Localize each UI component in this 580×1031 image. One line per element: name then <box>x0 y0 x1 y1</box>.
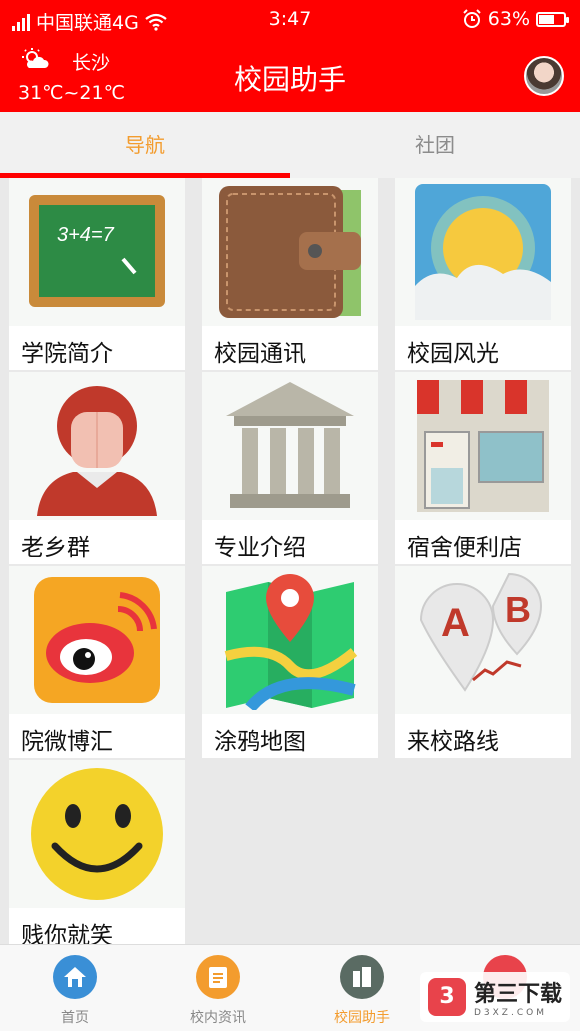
feature-grid: 3+4=7 学院简介 校园通讯 校园风光 老乡群 专业介绍 宿舍便利店 院微博汇… <box>0 178 580 952</box>
grid-item-college-intro[interactable]: 3+4=7 学院简介 <box>9 178 185 370</box>
nav-label: 校内资讯 <box>190 1010 246 1026</box>
watermark: 3 第三下载 D3XZ.COM <box>419 972 570 1022</box>
grid-item-graffiti-map[interactable]: 涂鸦地图 <box>202 566 378 758</box>
status-bar: 中国联通4G 3:47 63% <box>0 0 580 40</box>
grid-item-label: 学院简介 <box>21 341 113 367</box>
grid-item-weibo[interactable]: 院微博汇 <box>9 566 185 758</box>
grid-item-label: 宿舍便利店 <box>407 535 522 561</box>
grid-item-dorm-store[interactable]: 宿舍便利店 <box>395 372 571 564</box>
building-columns-icon <box>226 382 354 508</box>
app-header: 长沙 31℃~21℃ 校园助手 <box>0 40 580 112</box>
storefront-icon <box>417 380 549 512</box>
grid-item-label: 校园风光 <box>407 341 499 367</box>
svg-text:B: B <box>505 589 531 630</box>
route-ab-icon: B A <box>419 572 543 692</box>
person-icon <box>37 386 157 516</box>
battery-percent: 63% <box>487 8 530 30</box>
smiley-icon <box>31 768 163 900</box>
svg-text:3+4=7: 3+4=7 <box>57 224 115 246</box>
buildings-icon <box>340 955 384 999</box>
grid-item-label: 专业介绍 <box>214 535 306 561</box>
grid-item-major-intro[interactable]: 专业介绍 <box>202 372 378 564</box>
nav-campus-news[interactable]: 校内资讯 <box>158 955 278 1027</box>
grid-item-label: 院微博汇 <box>21 729 113 755</box>
home-icon <box>53 955 97 999</box>
chalkboard-icon: 3+4=7 <box>29 195 165 307</box>
wallet-icon <box>219 186 361 318</box>
svg-text:A: A <box>441 601 470 645</box>
nav-home[interactable]: 首页 <box>15 955 135 1027</box>
alarm-icon <box>463 9 481 28</box>
watermark-text-group: 第三下载 D3XZ.COM <box>474 976 562 1018</box>
grid-item-label: 老乡群 <box>21 535 90 561</box>
nav-campus-assistant[interactable]: 校园助手 <box>302 955 422 1027</box>
tab-clubs[interactable]: 社团 <box>290 112 580 178</box>
status-right: 63% <box>462 8 569 30</box>
grid-item-hometown-group[interactable]: 老乡群 <box>9 372 185 564</box>
watermark-text: 第三下载 <box>473 982 562 1007</box>
sun-landscape-icon <box>415 184 551 320</box>
grid-item-route[interactable]: B A 来校路线 <box>395 566 571 758</box>
tab-bar: 导航 社团 <box>0 112 580 178</box>
grid-item-campus-scenery[interactable]: 校园风光 <box>395 178 571 370</box>
battery-icon <box>536 11 569 27</box>
grid-item-label: 涂鸦地图 <box>214 729 306 755</box>
nav-label: 校园助手 <box>334 1010 390 1026</box>
grid-item-smile[interactable]: 贱你就笑 <box>9 760 185 952</box>
page-title: 校园助手 <box>233 63 346 96</box>
avatar[interactable] <box>524 56 564 96</box>
watermark-logo: 3 <box>427 978 466 1016</box>
grid-item-campus-contacts[interactable]: 校园通讯 <box>202 178 378 370</box>
watermark-sub: D3XZ.COM <box>473 1008 547 1018</box>
nav-label: 首页 <box>61 1010 89 1026</box>
weibo-icon <box>34 577 160 703</box>
map-pin-icon <box>224 574 358 710</box>
grid-item-label: 校园通讯 <box>214 341 306 367</box>
tab-navigation[interactable]: 导航 <box>0 112 290 178</box>
notepad-icon <box>196 955 240 999</box>
grid-item-label: 来校路线 <box>407 729 499 755</box>
